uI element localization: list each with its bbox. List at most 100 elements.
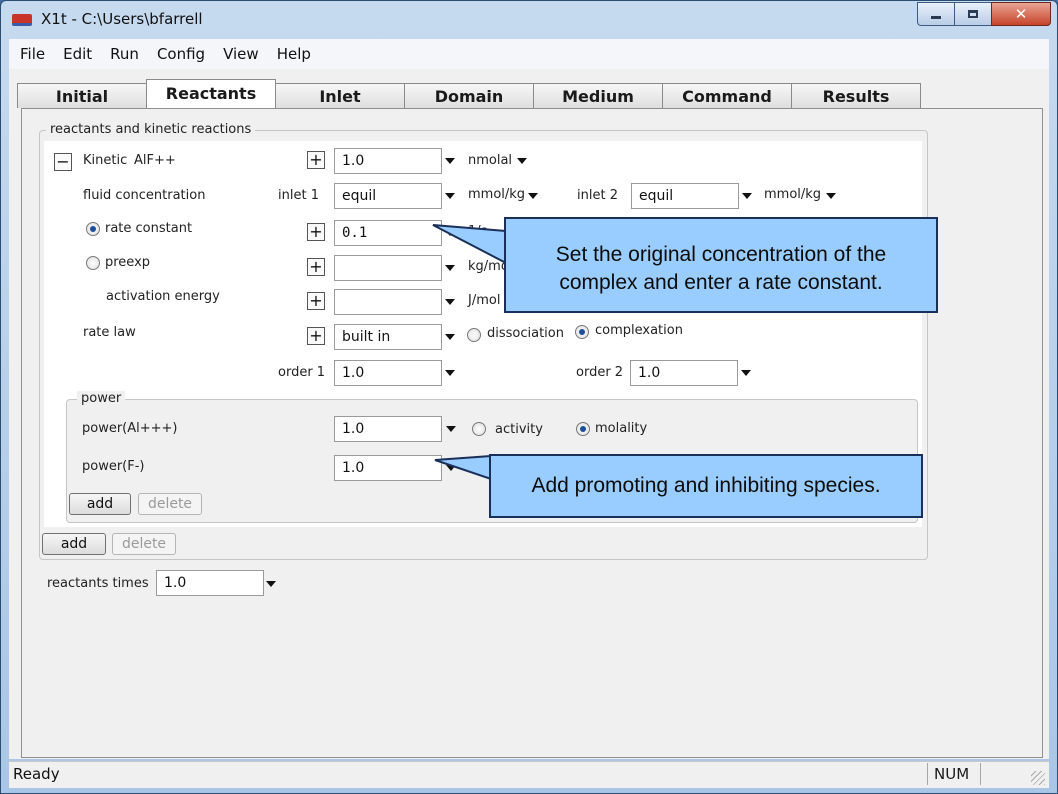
power-f-label: power(F-) xyxy=(82,459,145,474)
activation-energy-plus[interactable]: + xyxy=(307,292,325,310)
dropdown-arrow-icon[interactable] xyxy=(528,193,538,199)
dropdown-arrow-icon[interactable] xyxy=(445,265,455,271)
dropdown-arrow-icon[interactable] xyxy=(445,370,455,376)
menu-bar: File Edit Run Config View Help xyxy=(9,39,1049,69)
dropdown-arrow-icon[interactable] xyxy=(742,193,752,199)
minimize-icon xyxy=(931,15,941,19)
power-add-button[interactable]: add xyxy=(69,493,131,515)
reactants-group-title: reactants and kinetic reactions xyxy=(46,122,256,137)
dropdown-arrow-icon[interactable] xyxy=(445,158,455,164)
dropdown-arrow-icon[interactable] xyxy=(445,230,455,236)
dissociation-label: dissociation xyxy=(487,326,564,341)
preexp-label: preexp xyxy=(105,255,151,270)
preexp-plus[interactable]: + xyxy=(307,258,325,276)
inlet1-unit[interactable]: mmol/kg xyxy=(468,187,525,202)
close-icon: ✕ xyxy=(1014,5,1028,23)
dropdown-arrow-icon[interactable] xyxy=(445,334,455,340)
tab-reactants[interactable]: Reactants xyxy=(146,79,276,108)
dropdown-arrow-icon[interactable] xyxy=(446,465,456,471)
complexation-radio[interactable] xyxy=(575,325,589,339)
kinetic-species: AlF++ xyxy=(134,153,176,168)
inlet2-label: inlet 2 xyxy=(577,188,618,203)
tab-command[interactable]: Command xyxy=(662,83,792,108)
menu-run[interactable]: Run xyxy=(110,45,139,63)
order1-combo[interactable]: 1.0 xyxy=(334,360,442,386)
menu-edit[interactable]: Edit xyxy=(63,45,92,63)
menu-view[interactable]: View xyxy=(223,45,259,63)
menu-config[interactable]: Config xyxy=(157,45,205,63)
rate-constant-combo[interactable]: 0.1 xyxy=(334,220,442,246)
callout-top-line2: complex and enter a rate constant. xyxy=(559,271,883,294)
dropdown-arrow-icon[interactable] xyxy=(517,158,527,164)
dissociation-radio[interactable] xyxy=(467,328,481,342)
inlet2-unit[interactable]: mmol/kg xyxy=(764,187,821,202)
dropdown-arrow-icon[interactable] xyxy=(826,193,836,199)
callout-top-line1: Set the original concentration of the xyxy=(555,243,887,266)
dropdown-arrow-icon[interactable] xyxy=(266,581,276,587)
inlet1-label: inlet 1 xyxy=(278,188,319,203)
tab-results[interactable]: Results xyxy=(791,83,921,108)
client-area: Initial Reactants Inlet Domain Medium Co… xyxy=(9,69,1049,759)
activation-energy-label: activation energy xyxy=(106,289,220,304)
order2-combo[interactable]: 1.0 xyxy=(630,360,738,386)
reactants-times-combo[interactable]: 1.0 xyxy=(156,570,264,596)
minimize-button[interactable] xyxy=(917,2,954,26)
num-lock-indicator: NUM xyxy=(927,763,981,785)
activity-radio[interactable] xyxy=(472,422,486,436)
close-button[interactable]: ✕ xyxy=(991,2,1051,26)
inlet2-combo[interactable]: equil xyxy=(631,183,739,209)
plus-icon: + xyxy=(309,257,323,276)
callout-top: Set the original concentration of the co… xyxy=(504,217,938,313)
kinetic-amount-plus[interactable]: + xyxy=(307,151,325,169)
delete-button[interactable]: delete xyxy=(112,533,176,555)
power-f-combo[interactable]: 1.0 xyxy=(334,455,442,481)
rate-constant-label: rate constant xyxy=(105,221,193,236)
kinetic-label: Kinetic xyxy=(83,153,128,168)
dropdown-arrow-icon[interactable] xyxy=(445,299,455,305)
rate-constant-radio[interactable] xyxy=(86,222,100,236)
menu-file[interactable]: File xyxy=(20,45,45,63)
power-group-title: power xyxy=(77,391,126,406)
inlet1-combo[interactable]: equil xyxy=(334,183,442,209)
tab-strip: Initial Reactants Inlet Domain Medium Co… xyxy=(17,79,921,109)
add-button[interactable]: add xyxy=(42,533,106,555)
maximize-button[interactable] xyxy=(954,2,991,26)
status-bar: Ready NUM xyxy=(9,761,1049,788)
rate-law-label: rate law xyxy=(83,325,136,340)
tab-inlet[interactable]: Inlet xyxy=(275,83,405,108)
kinetic-amount-unit[interactable]: nmolal xyxy=(468,153,512,168)
plus-icon: + xyxy=(309,222,323,241)
plus-icon: + xyxy=(309,150,323,169)
plus-icon: + xyxy=(309,326,323,345)
activation-energy-combo[interactable] xyxy=(334,289,442,315)
resize-grip-icon[interactable] xyxy=(1031,771,1045,785)
power-al-combo[interactable]: 1.0 xyxy=(334,416,442,442)
preexp-combo[interactable] xyxy=(334,255,442,281)
tab-medium[interactable]: Medium xyxy=(533,83,663,108)
complexation-label: complexation xyxy=(595,323,683,338)
dropdown-arrow-icon[interactable] xyxy=(445,193,455,199)
reactants-panel: − Kinetic AlF++ + 1.0 nmolal fluid conce… xyxy=(21,108,1043,758)
rate-law-plus[interactable]: + xyxy=(307,327,325,345)
collapse-toggle[interactable]: − xyxy=(54,153,72,171)
rate-law-combo[interactable]: built in xyxy=(334,324,442,350)
window-title: X1t - C:\Users\bfarrell xyxy=(41,10,203,28)
molality-radio[interactable] xyxy=(576,422,590,436)
tab-initial[interactable]: Initial xyxy=(17,83,147,108)
dropdown-arrow-icon[interactable] xyxy=(741,370,751,376)
order2-label: order 2 xyxy=(576,365,624,380)
plus-icon: + xyxy=(309,291,323,310)
title-bar[interactable]: X1t - C:\Users\bfarrell ✕ xyxy=(1,1,1057,37)
menu-help[interactable]: Help xyxy=(277,45,311,63)
power-delete-button[interactable]: delete xyxy=(138,493,202,515)
dropdown-arrow-icon[interactable] xyxy=(446,426,456,432)
rate-constant-plus[interactable]: + xyxy=(307,223,325,241)
activation-energy-unit[interactable]: J/mol xyxy=(468,293,500,308)
molality-label: molality xyxy=(595,421,648,436)
tab-domain[interactable]: Domain xyxy=(404,83,534,108)
rate-constant-unit[interactable]: 1/s xyxy=(468,224,487,239)
reactants-times-label: reactants times xyxy=(47,576,149,591)
order1-label: order 1 xyxy=(278,365,326,380)
preexp-radio[interactable] xyxy=(86,256,100,270)
kinetic-amount-combo[interactable]: 1.0 xyxy=(334,148,442,174)
